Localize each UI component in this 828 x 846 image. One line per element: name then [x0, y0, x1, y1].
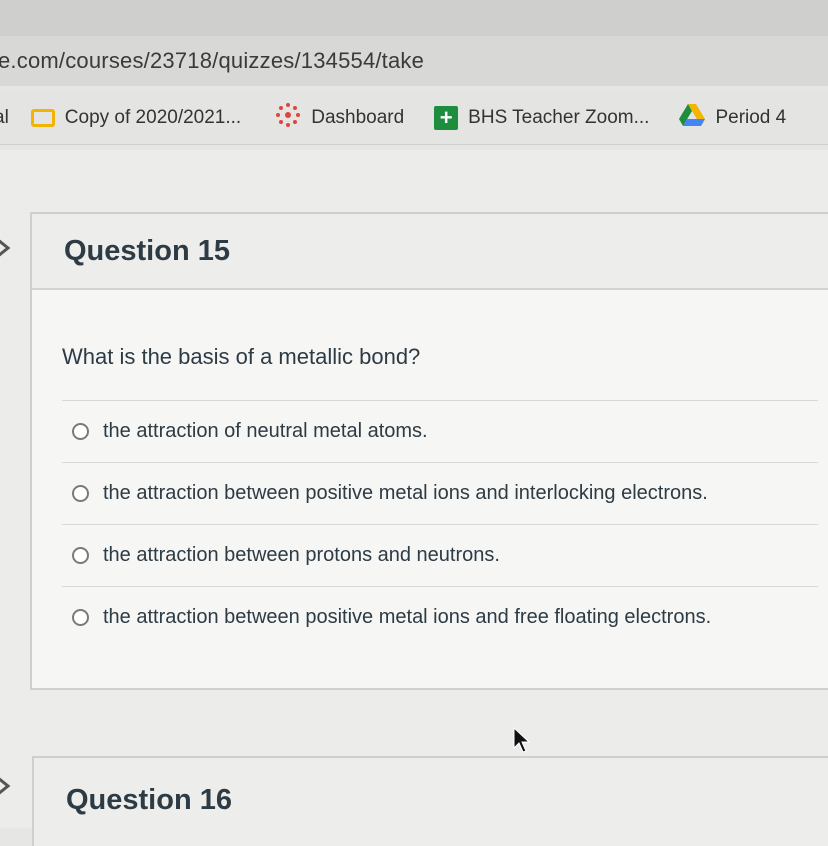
bookmark-label: Period 4 [715, 107, 787, 128]
bookmark-bhs-teacher-zoom[interactable]: + BHS Teacher Zoom... [434, 92, 649, 144]
mouse-cursor-icon [513, 726, 531, 753]
question-15-card: Question 15 What is the basis of a metal… [30, 212, 828, 690]
bookmark-label: BHS Teacher Zoom... [468, 107, 650, 128]
radio-button[interactable] [72, 485, 89, 502]
bookmarks-bar: al Copy of 2020/2021... Dashboard + BHS … [0, 92, 828, 145]
answer-label[interactable]: the attraction between positive metal io… [103, 482, 708, 505]
radio-button[interactable] [72, 547, 89, 564]
radio-button[interactable] [72, 423, 89, 440]
chevron-right-icon[interactable] [0, 236, 18, 260]
answer-option[interactable]: the attraction between positive metal io… [62, 463, 818, 525]
bookmark-dashboard[interactable]: Dashboard [275, 92, 404, 144]
question-title: Question 15 [64, 234, 230, 267]
answer-label[interactable]: the attraction of neutral metal atoms. [103, 420, 428, 443]
bookmark-label: Dashboard [311, 107, 405, 128]
answer-option[interactable]: the attraction of neutral metal atoms. [62, 401, 818, 463]
answer-label[interactable]: the attraction between protons and neutr… [103, 544, 500, 567]
bookmark-label: Copy of 2020/2021... [64, 107, 242, 128]
tab-strip [0, 0, 828, 36]
answer-label[interactable]: the attraction between positive metal io… [103, 606, 711, 629]
answer-option[interactable]: the attraction between protons and neutr… [62, 525, 818, 587]
chevron-right-icon[interactable] [0, 774, 18, 798]
plus-icon: + [434, 106, 459, 130]
folder-icon [30, 109, 55, 127]
answer-list: the attraction of neutral metal atoms. t… [62, 400, 818, 648]
question-header: Question 15 [32, 214, 828, 290]
quiz-content: Question 15 What is the basis of a metal… [0, 150, 828, 846]
bookmark-copy-of-2020-2021[interactable]: Copy of 2020/2021... [30, 92, 242, 144]
question-title: Question 16 [66, 784, 232, 816]
address-bar[interactable]: e.com/courses/23718/quizzes/134554/take [0, 36, 828, 86]
bookmark-period-4[interactable]: Period 4 [679, 92, 786, 144]
question-16-card: Question 16 [32, 756, 828, 846]
question-body: What is the basis of a metallic bond? th… [32, 290, 828, 648]
question-text: What is the basis of a metallic bond? [62, 344, 421, 369]
google-drive-icon [679, 104, 706, 132]
answer-option[interactable]: the attraction between positive metal io… [62, 587, 818, 648]
radio-button[interactable] [72, 609, 89, 626]
bookmark-truncated[interactable]: al [0, 92, 9, 144]
canvas-logo-icon [275, 102, 301, 134]
url-text[interactable]: e.com/courses/23718/quizzes/134554/take [0, 48, 424, 74]
